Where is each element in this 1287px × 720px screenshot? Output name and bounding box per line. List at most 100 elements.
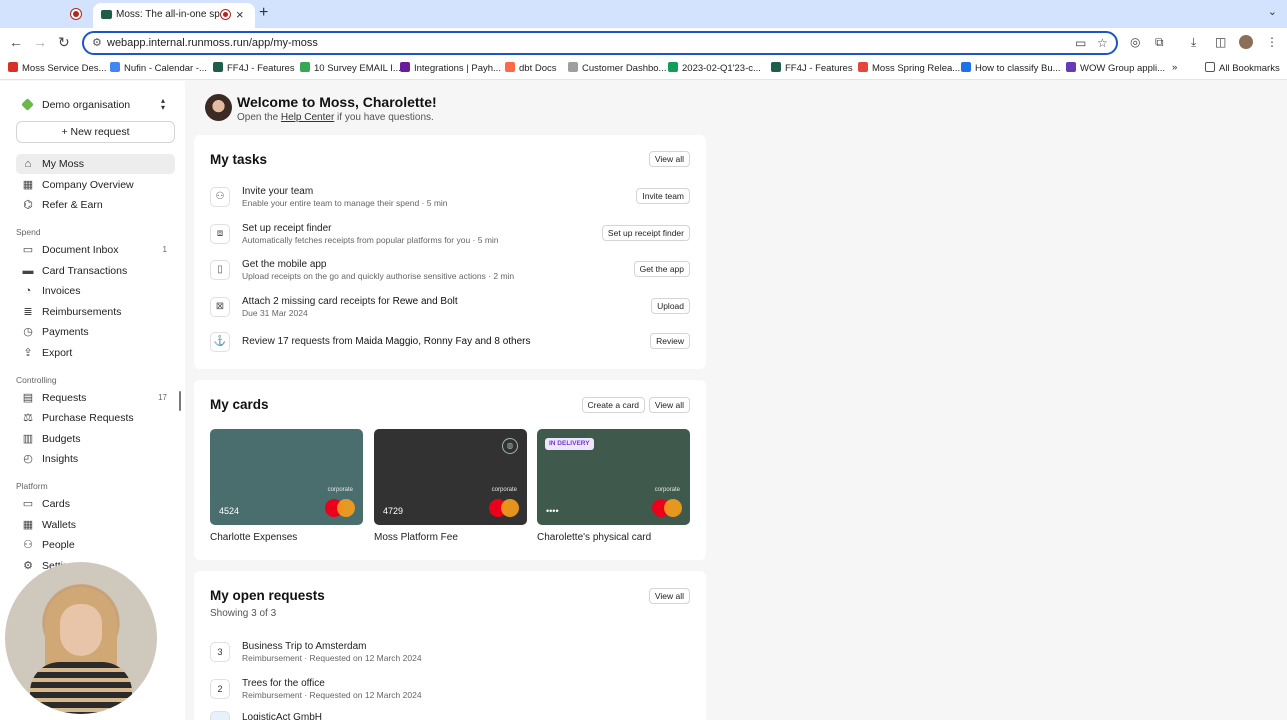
sidebar-item-invoices[interactable]: ◔ Invoices [16, 281, 175, 301]
bookmark-item[interactable]: Moss Service Des... [8, 62, 106, 74]
puzzle-icon[interactable]: ⧉ [1155, 35, 1164, 50]
bookmark-item[interactable]: 2023-02-Q1'23-c... [668, 62, 761, 74]
tasks-view-all-button[interactable]: View all [648, 151, 690, 167]
sidebar-item-wallets[interactable]: ▦ Wallets [16, 515, 175, 535]
sidebar-item-cards[interactable]: ▭ Cards [16, 494, 175, 514]
mastercard-yellow-circle [337, 499, 355, 517]
invoice-icon: ◔ [24, 285, 32, 297]
task-action-button[interactable]: Set up receipt finder [601, 225, 690, 241]
sidebar-item-export[interactable]: ⇪ Export [16, 343, 175, 363]
sidebar-item-label: Cards [42, 498, 71, 510]
task-action-button[interactable]: Get the app [633, 261, 690, 277]
payment-card[interactable]: IN DELIVERY corporate •••• [537, 429, 690, 525]
sidebar-item-refer-earn[interactable]: ⌬ Refer & Earn [16, 195, 175, 215]
profile-avatar[interactable] [1239, 35, 1253, 49]
card-name[interactable]: Charlotte Expenses [210, 532, 297, 543]
sidebar-item-card-transactions[interactable]: ▬ Card Transactions [16, 261, 175, 281]
card-last-digits: 4524 [219, 506, 240, 516]
card-name[interactable]: Moss Platform Fee [374, 532, 458, 543]
all-bookmarks-button[interactable]: All Bookmarks [1205, 62, 1280, 74]
sidebar-item-purchase-requests[interactable]: ⚖ Purchase Requests [16, 408, 175, 428]
card-icon: ▬ [22, 265, 34, 277]
sidepanel-icon[interactable]: ◫ [1215, 35, 1226, 49]
star-icon[interactable]: ☆ [1097, 36, 1108, 50]
sidebar-item-insights[interactable]: ◴ Insights [16, 449, 175, 469]
bookmark-item[interactable]: 10 Survey EMAIL I... [300, 62, 401, 74]
sidebar-item-label: People [42, 539, 75, 551]
task-action-button[interactable]: Upload [651, 298, 690, 314]
download-icon[interactable]: ⤓ [1191, 35, 1196, 50]
card-name[interactable]: Charolette's physical card [537, 532, 651, 543]
card-last-digits: •••• [546, 506, 559, 516]
sidebar-item-label: Budgets [42, 433, 81, 445]
help-center-link[interactable]: Help Center [281, 112, 334, 123]
request-title[interactable]: LogisticAct GmbH [242, 712, 322, 720]
payment-card[interactable]: corporate 4524 [210, 429, 363, 525]
more-bookmarks-button[interactable]: » [1172, 62, 1177, 73]
sidebar-item-reimbursements[interactable]: ≣ Reimbursements [16, 302, 175, 322]
create-card-button[interactable]: Create a card [581, 397, 645, 413]
cards-view-all-button[interactable]: View all [648, 397, 690, 413]
recording-icon[interactable] [70, 8, 82, 20]
requests-view-all-button[interactable]: View all [648, 588, 690, 604]
sidebar-item-requests[interactable]: ▤ Requests 17 [16, 388, 175, 408]
bookmark-item[interactable]: Customer Dashbo... [568, 62, 666, 74]
bookmark-item[interactable]: FF4J - Features [771, 62, 853, 74]
sidebar-item-my-moss[interactable]: ⌂ My Moss [16, 154, 175, 174]
extension-icon[interactable]: ◎ [1130, 35, 1140, 49]
bookmark-label: Integrations | Payh... [414, 63, 501, 74]
back-icon[interactable]: ← [9, 34, 23, 50]
bookmark-favicon-icon [8, 62, 18, 72]
sidebar-item-label: Invoices [42, 285, 81, 297]
moss-logo-icon: ◍ [502, 438, 518, 454]
welcome-sub-before: Open the [237, 112, 281, 123]
bookmark-favicon-icon [213, 62, 223, 72]
url-text[interactable]: webapp.internal.runmoss.run/app/my-moss [107, 37, 318, 49]
bookmark-item[interactable]: Moss Spring Relea... [858, 62, 960, 74]
reload-icon[interactable]: ↻ [58, 34, 70, 51]
sidebar-item-document-inbox[interactable]: ▭ Document Inbox 1 [16, 240, 175, 260]
chevron-updown-icon[interactable]: ▴ ▾ [161, 97, 165, 112]
payment-card[interactable]: ◍ corporate 4729 [374, 429, 527, 525]
tab-moss[interactable]: Moss: The all-in-one spend × [93, 3, 255, 28]
task-action-button[interactable]: Review [650, 333, 690, 349]
task-subtitle: Automatically fetches receipts from popu… [242, 235, 499, 245]
bookmark-item[interactable]: Nufin - Calendar -... [110, 62, 207, 74]
task-action-button[interactable]: Invite team [636, 188, 690, 204]
bookmark-item[interactable]: Integrations | Payh... [400, 62, 501, 74]
close-icon[interactable]: × [236, 7, 244, 22]
gift-icon: ⌬ [23, 199, 33, 211]
bookmark-favicon-icon [400, 62, 410, 72]
org-switcher[interactable]: Demo organisation [42, 99, 130, 111]
forward-icon[interactable]: → [33, 34, 47, 50]
bookmark-item[interactable]: WOW Group appli... [1066, 62, 1165, 74]
sidebar-item-budgets[interactable]: ▥ Budgets [16, 429, 175, 449]
sidebar-item-payments[interactable]: ◷ Payments [16, 322, 175, 342]
tab-title: Moss: The all-in-one spend [116, 9, 220, 20]
card-brand-label: corporate [327, 487, 353, 493]
menu-icon[interactable]: ⋮ [1266, 35, 1278, 49]
address-bar[interactable]: ⚙ webapp.internal.runmoss.run/app/my-mos… [82, 31, 1118, 55]
request-subtitle: Reimbursement · Requested on 12 March 20… [242, 690, 422, 700]
card-brand-label: corporate [491, 487, 517, 493]
sidebar-item-people[interactable]: ⚇ People [16, 535, 175, 555]
request-title[interactable]: Business Trip to Amsterdam [242, 641, 367, 652]
chevron-down-icon[interactable]: ⌄ [1268, 5, 1277, 18]
camera-icon[interactable]: ▭ [1075, 36, 1086, 50]
budget-icon: ▥ [22, 433, 34, 445]
export-icon: ⇪ [23, 347, 33, 359]
sidebar-item-company-overview[interactable]: ▦ Company Overview [16, 175, 175, 195]
sidebar-item-label: Purchase Requests [42, 412, 134, 424]
new-tab-button[interactable]: + [259, 4, 268, 22]
bookmark-label: 2023-02-Q1'23-c... [682, 63, 761, 74]
people-icon: ⚇ [23, 539, 33, 551]
request-title[interactable]: Trees for the office [242, 678, 325, 689]
bookmark-item[interactable]: FF4J - Features [213, 62, 295, 74]
site-settings-icon[interactable]: ⚙ [92, 36, 102, 49]
new-request-button[interactable]: + New request [16, 121, 175, 143]
bookmark-item[interactable]: How to classify Bu... [961, 62, 1061, 74]
sidebar-item-label: Insights [42, 453, 79, 465]
sidebar-scrollbar[interactable] [179, 391, 181, 411]
purchase-icon: ⚖ [23, 412, 33, 424]
bookmark-item[interactable]: dbt Docs [505, 62, 557, 74]
